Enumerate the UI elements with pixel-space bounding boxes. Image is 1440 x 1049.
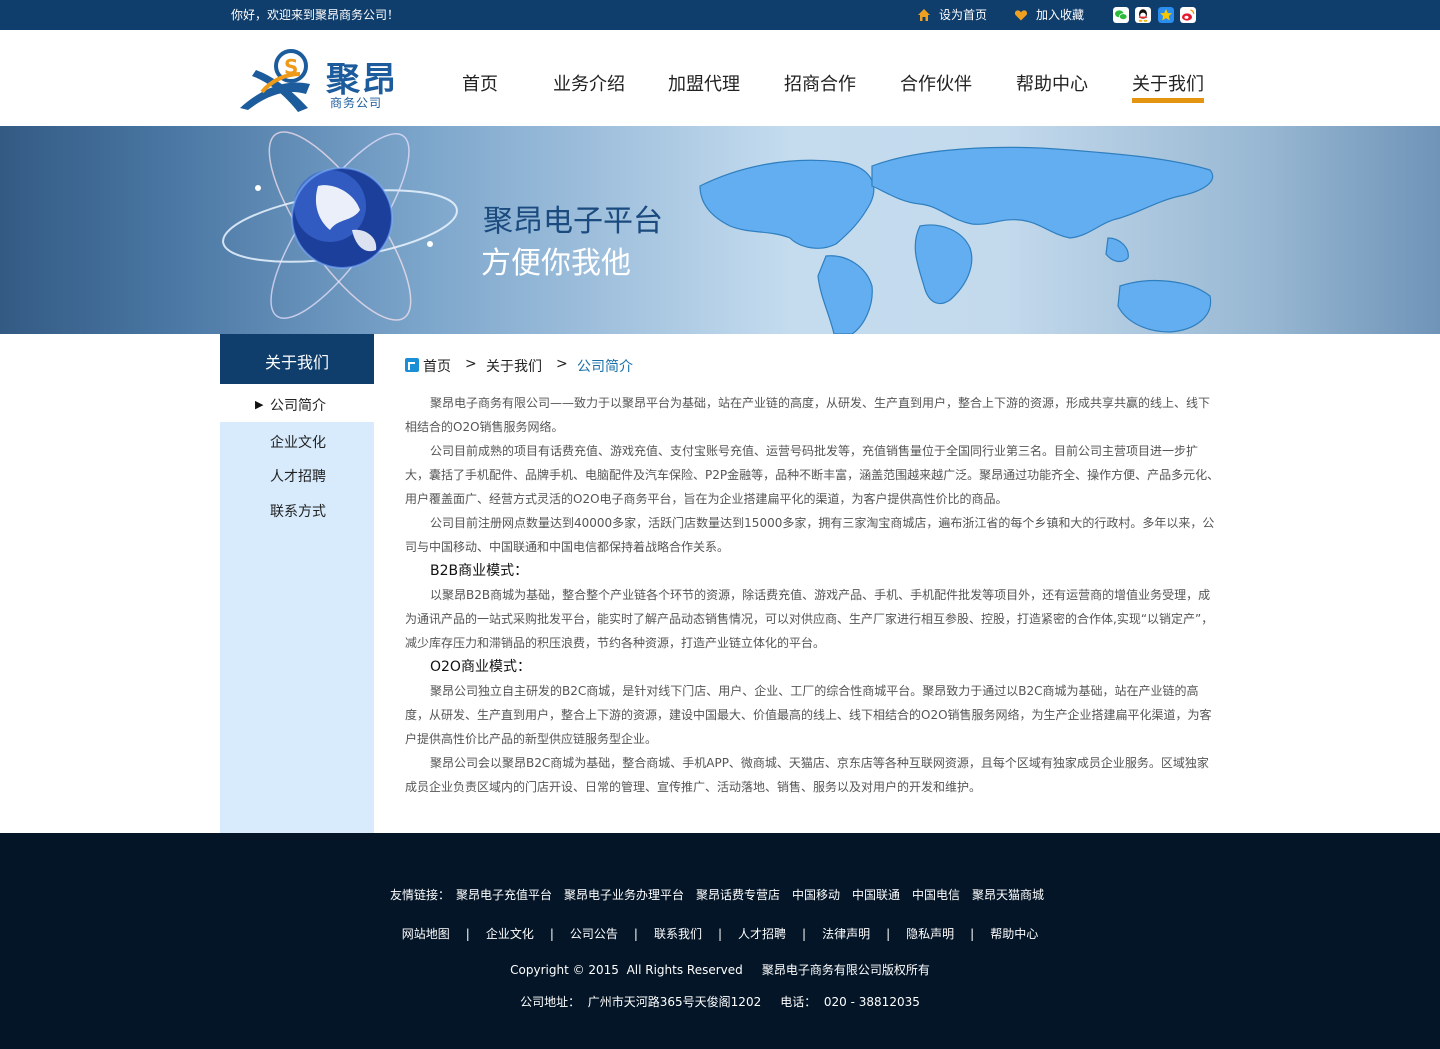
home-icon (918, 9, 930, 21)
footer-separator: | (549, 927, 554, 941)
article-paragraph: 聚昂电子商务有限公司——致力于以聚昂平台为基础，站在产业链的高度，从研发、生产直… (405, 396, 1211, 434)
welcome-text: 你好，欢迎来到聚昂商务公司！ (231, 8, 400, 22)
friend-links: 友情链接： 聚昂电子充值平台 聚昂电子业务办理平台 聚昂话费专营店 中国移动 中国联通 中国… (0, 886, 1440, 903)
qzone-icon[interactable] (1158, 7, 1174, 23)
nav-franchise[interactable]: 加盟代理 (668, 70, 740, 96)
heart-icon (1014, 10, 1028, 21)
article-paragraph: 以聚昂B2B商城为基础，整合整个产业链各个环节的资源，除话费充值、游戏产品、手机… (405, 588, 1214, 650)
sidebar-item-recruitment[interactable]: 人才招聘 (270, 466, 326, 486)
sidebar-item-culture[interactable]: 企业文化 (270, 432, 326, 452)
friend-link[interactable]: 聚昂天猫商城 (972, 886, 1044, 903)
banner-tagline: 方便你我他 (481, 246, 631, 281)
logo-subtitle: 商务公司 (330, 96, 383, 110)
add-favorite-link[interactable]: 加入收藏 (1014, 0, 1084, 30)
footer-separator: | (970, 927, 975, 941)
set-home-label: 设为首页 (939, 8, 988, 22)
footer-link-help[interactable]: 帮助中心 (990, 925, 1038, 942)
footer-separator: | (717, 927, 723, 941)
breadcrumb-home[interactable]: 首页 (423, 356, 451, 376)
footer-link-legal[interactable]: 法律声明 (822, 925, 870, 942)
banner-headline: 聚昂电子平台 (483, 204, 663, 239)
footer: 友情链接： 聚昂电子充值平台 聚昂电子业务办理平台 聚昂话费专营店 中国移动 中国联通 中国… (0, 833, 1440, 1049)
nav-investment[interactable]: 招商合作 (784, 70, 856, 96)
footer-link-recruitment[interactable]: 人才招聘 (738, 925, 786, 942)
article-paragraph: 聚昂公司独立自主研发的B2C商城，是针对线下门店、用户、企业、工厂的综合性商城平… (405, 684, 1212, 746)
friend-link[interactable]: 聚昂话费专营店 (696, 886, 780, 903)
company-logo[interactable]: S 聚昂 商务公司 (238, 46, 398, 116)
weibo-icon[interactable] (1180, 7, 1196, 23)
friend-link[interactable]: 中国电信 (912, 886, 960, 903)
footer-link-notice[interactable]: 公司公告 (570, 925, 618, 942)
wechat-icon[interactable] (1113, 7, 1129, 23)
breadcrumb-home-icon (405, 358, 419, 372)
sidebar-item-company-profile[interactable]: 公司简介 (270, 395, 326, 415)
footer-link-culture[interactable]: 企业文化 (486, 925, 534, 942)
world-map-icon (699, 146, 1214, 334)
friend-link[interactable]: 聚昂电子业务办理平台 (564, 886, 684, 903)
header: S 聚昂 商务公司 首页 业务介绍 加盟代理 招商合作 合作伙伴 帮助中心 关于… (0, 30, 1440, 126)
footer-link-sitemap[interactable]: 网站地图 (402, 925, 450, 942)
footer-separator: | (802, 927, 807, 941)
nav-about[interactable]: 关于我们 (1132, 70, 1204, 103)
sidebar-item-contact[interactable]: 联系方式 (270, 501, 326, 521)
top-bar: 你好，欢迎来到聚昂商务公司！ 设为首页 加入收藏 (0, 0, 1440, 30)
banner-graphic (222, 131, 1214, 334)
article-paragraph: 公司目前注册网点数量达到40000多家，活跃门店数量达到15000多家，拥有三家… (405, 516, 1215, 554)
globe-icon (222, 131, 458, 321)
footer-separator: | (633, 927, 638, 941)
footer-link-contact[interactable]: 联系我们 (654, 925, 702, 942)
breadcrumb-section[interactable]: 关于我们 (486, 356, 542, 376)
b2b-heading: B2B商业模式： (430, 563, 529, 579)
breadcrumb-separator: > (465, 356, 477, 372)
friend-link[interactable]: 中国联通 (852, 886, 900, 903)
footer-nav: 网站地图 | 企业文化 | 公司公告 | 联系我们 | 人才招聘 | 法律声明 | 隐私声明 | 帮助中心 (0, 925, 1440, 942)
logo-emblem-icon: S (240, 49, 310, 112)
nav-help[interactable]: 帮助中心 (1016, 70, 1088, 96)
footer-link-privacy[interactable]: 隐私声明 (906, 925, 954, 942)
article-paragraph: 聚昂公司会以聚昂B2C商城为基础，整合商城、手机APP、微商城、天猫店、京东店等… (405, 756, 1209, 794)
qq-icon[interactable] (1135, 7, 1151, 23)
nav-business[interactable]: 业务介绍 (553, 70, 625, 96)
hero-banner: 聚昂电子平台 方便你我他 (0, 126, 1440, 334)
set-home-link[interactable]: 设为首页 (917, 0, 987, 30)
friend-links-label: 友情链接： (389, 888, 450, 902)
sidebar-heading: 关于我们 (220, 334, 374, 384)
company-address: 公司地址： 广州市天河路365号天俊阁1202 电话： 020 - 388120… (520, 995, 920, 1009)
nav-partners[interactable]: 合作伙伴 (900, 70, 972, 96)
article-content: 聚昂电子商务有限公司——致力于以聚昂平台为基础，站在产业链的高度，从研发、生产直… (405, 391, 1220, 799)
nav-home[interactable]: 首页 (462, 70, 498, 96)
triangle-right-icon: ▶ (255, 398, 264, 411)
footer-separator: | (465, 927, 470, 941)
o2o-heading: O2O商业模式： (430, 659, 531, 675)
add-favorite-label: 加入收藏 (1036, 8, 1085, 22)
article-paragraph: 公司目前成熟的项目有话费充值、游戏充值、支付宝账号充值、运营号码批发等，充值销售… (405, 444, 1220, 506)
friend-link[interactable]: 聚昂电子充值平台 (456, 886, 552, 903)
copyright: Copyright © 2015 All Rights Reserved 聚昂电… (510, 963, 930, 977)
breadcrumb-current: 公司简介 (577, 359, 633, 375)
friend-link[interactable]: 中国移动 (792, 886, 840, 903)
footer-separator: | (886, 927, 891, 941)
breadcrumb-separator: > (556, 356, 568, 372)
